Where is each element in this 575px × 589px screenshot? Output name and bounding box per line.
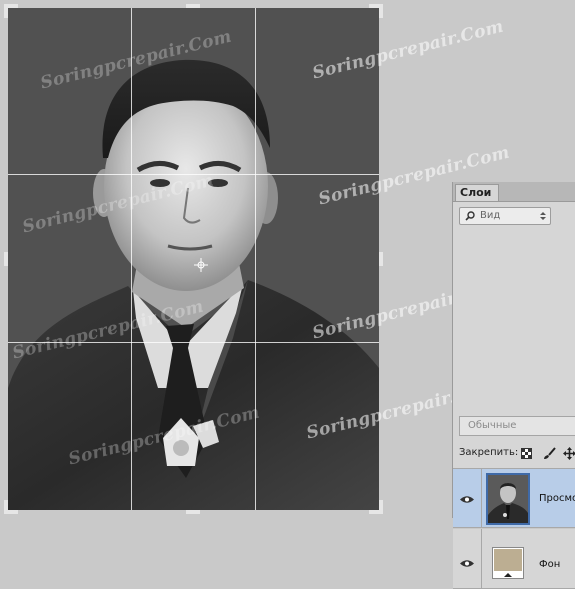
tab-layers[interactable]: Слои	[455, 184, 499, 201]
crop-grid-line	[255, 8, 256, 510]
crop-handle-bottom[interactable]	[186, 510, 200, 514]
lock-row: Закрепить:	[459, 444, 575, 462]
visibility-toggle[interactable]	[453, 529, 482, 588]
crop-grid-line	[131, 8, 132, 510]
layer-filter-select[interactable]: Вид	[459, 207, 551, 225]
panel-tab-bar: Слои	[453, 182, 575, 202]
crop-center-crosshair-icon[interactable]	[194, 258, 208, 272]
eye-icon	[460, 496, 474, 503]
layers-panel: Слои Вид Обычные Закрепить: Просм Фон	[452, 182, 575, 589]
crop-handle-top-right[interactable]	[379, 4, 383, 18]
crop-handle-left[interactable]	[4, 252, 8, 266]
layer-filter-label: Вид	[480, 210, 501, 221]
beige-fill-thumbnail	[492, 547, 524, 579]
crop-grid-line	[8, 342, 379, 343]
layer-row-preview[interactable]: Просмотр	[453, 468, 575, 528]
lock-label: Закрепить:	[459, 447, 519, 458]
search-icon	[465, 211, 475, 221]
layer-name[interactable]: Просмотр	[539, 493, 575, 504]
lock-transparent-pixels-icon[interactable]	[521, 448, 532, 459]
move-icon[interactable]	[563, 447, 575, 460]
blend-mode-label: Обычные	[468, 420, 517, 431]
crop-handle-top-left[interactable]	[4, 4, 8, 18]
crop-handle-right[interactable]	[379, 252, 383, 266]
layer-row-background[interactable]: Фон	[453, 529, 575, 589]
crop-handle-bottom-left[interactable]	[4, 500, 8, 514]
visibility-toggle[interactable]	[453, 469, 482, 527]
eye-icon	[460, 560, 474, 567]
up-down-chevron-icon	[540, 212, 546, 220]
crop-handle-top[interactable]	[186, 4, 200, 8]
blend-mode-select[interactable]: Обычные	[459, 416, 575, 436]
portrait-thumbnail	[486, 473, 530, 525]
crop-grid-line	[8, 174, 379, 175]
brush-icon[interactable]	[543, 447, 556, 460]
layer-name[interactable]: Фон	[539, 559, 560, 570]
crop-handle-bottom-right[interactable]	[379, 500, 383, 514]
